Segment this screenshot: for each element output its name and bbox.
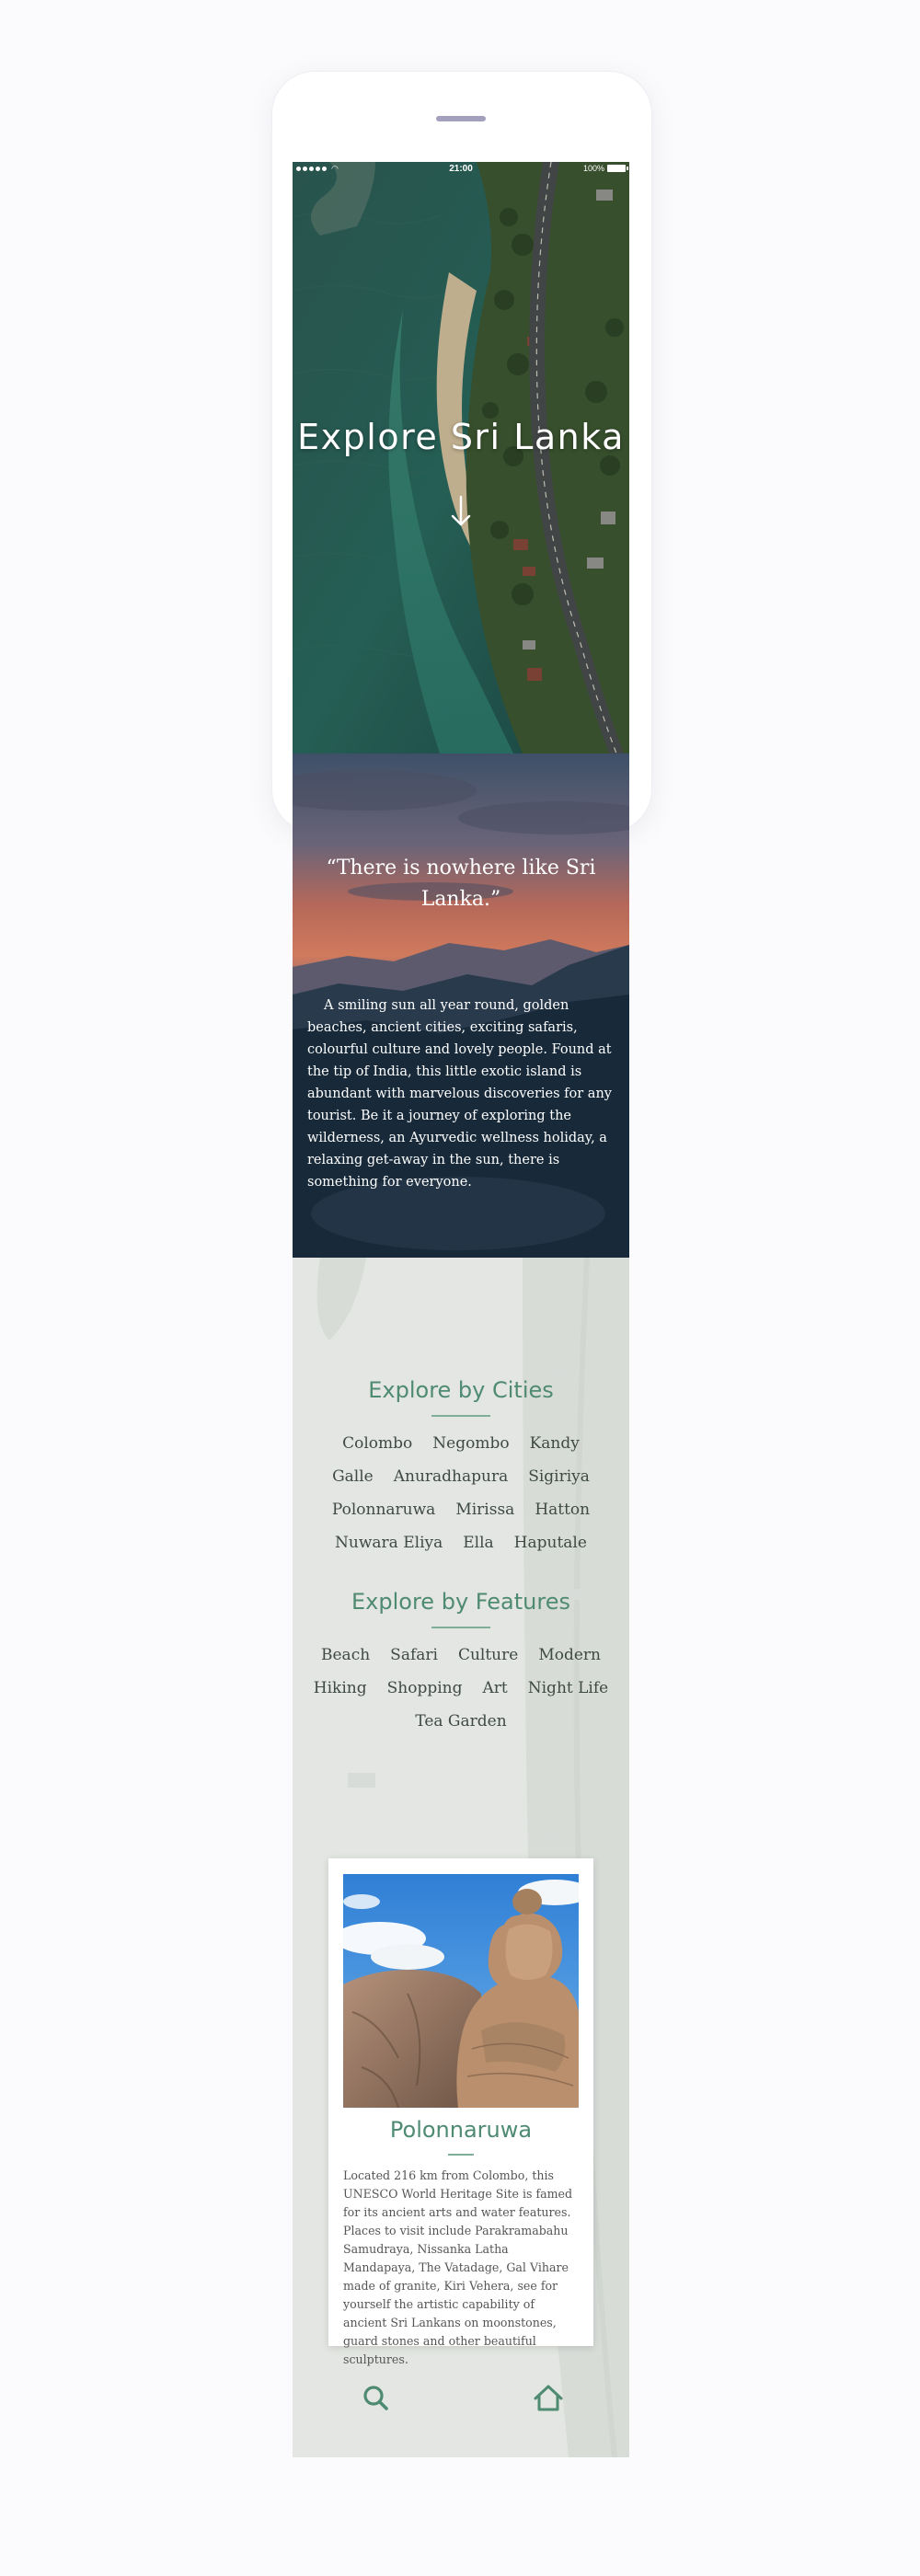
cities-row-1: Colombo Negombo Kandy [293,1434,629,1453]
nav-home-button[interactable] [528,2378,569,2419]
app-screen: ◠ 21:00 100% Explore Sri Lanka “There is… [293,162,629,2457]
city-anuradhapura[interactable]: Anuradhapura [394,1467,509,1486]
features-heading-rule [431,1627,490,1628]
feature-shopping[interactable]: Shopping [387,1679,463,1697]
battery-icon [607,165,628,172]
city-nuwara-eliya[interactable]: Nuwara Eliya [335,1534,443,1552]
hero-section: ◠ 21:00 100% Explore Sri Lanka [293,162,629,753]
features-row-2: Hiking Shopping Art Night Life [293,1679,629,1697]
feature-night-life[interactable]: Night Life [528,1679,608,1697]
feature-art[interactable]: Art [483,1679,508,1697]
feature-safari[interactable]: Safari [390,1646,438,1664]
arrow-down-icon[interactable] [449,495,473,528]
place-card[interactable]: Polonnaruwa Located 216 km from Colombo,… [328,1858,593,2366]
city-kandy[interactable]: Kandy [530,1434,580,1453]
city-ella[interactable]: Ella [463,1534,493,1552]
cities-row-4: Nuwara Eliya Ella Haputale [293,1534,629,1552]
features-row-1: Beach Safari Culture Modern [293,1646,629,1664]
card-title: Polonnaruwa [389,2117,533,2143]
card-description: Located 216 km from Colombo, this UNESCO… [343,2168,573,2366]
buddha-statue-image [343,1874,579,2108]
cities-heading-rule [431,1415,490,1417]
cities-heading: Explore by Cities [368,1377,554,1403]
bottom-nav [293,2378,629,2433]
city-galle[interactable]: Galle [332,1467,374,1486]
quote-text: “There is nowhere like Sri Lanka.” [326,857,596,911]
feature-modern[interactable]: Modern [538,1646,601,1664]
cities-row-3: Polonnaruwa Mirissa Hatton [293,1501,629,1519]
status-time: 21:00 [449,164,473,174]
cities-row-2: Galle Anuradhapura Sigiriya [293,1467,629,1486]
city-sigiriya[interactable]: Sigiriya [528,1467,590,1486]
battery-indicator: 100% [582,164,628,173]
phone-speaker [436,116,486,121]
features-row-3: Tea Garden [293,1712,629,1731]
home-icon [534,2385,563,2411]
city-mirissa[interactable]: Mirissa [455,1501,514,1519]
card-title-rule [448,2154,474,2156]
feature-beach[interactable]: Beach [321,1646,370,1664]
features-heading: Explore by Features [351,1589,570,1615]
city-polonnaruwa[interactable]: Polonnaruwa [332,1501,435,1519]
intro-section: “There is nowhere like Sri Lanka.” A smi… [293,753,629,1258]
city-haputale[interactable]: Haputale [514,1534,587,1552]
hero-aerial-image [293,162,629,753]
city-negombo[interactable]: Negombo [432,1434,509,1453]
hero-title: Explore Sri Lanka [297,417,625,457]
feature-culture[interactable]: Culture [458,1646,518,1664]
battery-percent: 100% [582,164,604,173]
status-bar: ◠ 21:00 100% [293,162,629,175]
nav-search-button[interactable] [356,2378,397,2419]
feature-tea-garden[interactable]: Tea Garden [415,1712,506,1731]
city-hatton[interactable]: Hatton [535,1501,590,1519]
city-colombo[interactable]: Colombo [342,1434,412,1453]
explore-section: Explore by Cities Colombo Negombo Kandy … [293,1258,629,2457]
intro-paragraph: A smiling sun all year round, golden bea… [307,998,612,1190]
search-icon [363,2386,388,2410]
feature-hiking[interactable]: Hiking [314,1679,367,1697]
